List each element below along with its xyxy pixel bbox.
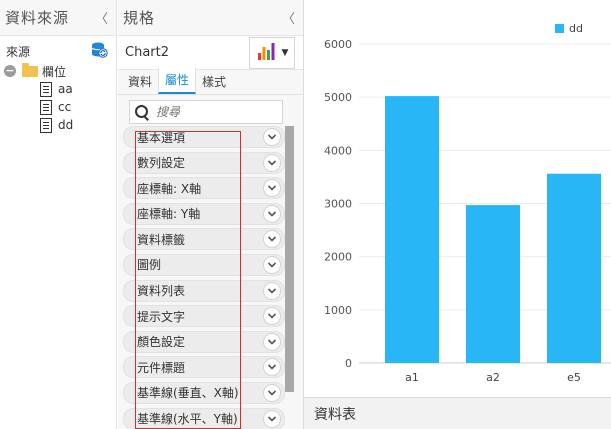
property-item[interactable]: 元件標題 — [123, 356, 285, 379]
property-list: 基本選項數列設定座標軸: X軸 座標軸: Y軸 資料標籤圖例資料列表提示文字顏色設定… — [123, 126, 285, 429]
data-table-title: 資料表 — [314, 406, 356, 423]
property-item[interactable]: 資料標籤 — [123, 228, 285, 251]
property-item[interactable]: 顏色設定 — [123, 330, 285, 353]
tree-field-item[interactable]: cc — [0, 98, 116, 116]
tree-folder-row[interactable]: − 欄位 — [0, 62, 116, 80]
legend-label: dd — [569, 22, 583, 35]
property-label: 資料列表 — [137, 284, 186, 299]
collapse-spec-icon[interactable]: 〈 — [282, 8, 295, 27]
chevron-down-icon[interactable] — [263, 128, 281, 146]
property-item[interactable]: 圖例 — [123, 253, 285, 276]
property-label: 顏色設定 — [137, 335, 186, 350]
chart-name-row: Chart2 ▼ — [118, 36, 303, 70]
chevron-down-icon[interactable] — [263, 332, 281, 351]
property-item[interactable]: 座標軸: X軸 — [123, 177, 285, 200]
chart-name: Chart2 — [125, 45, 169, 60]
y-tick-label: 2000 — [324, 251, 352, 264]
data-table-bar[interactable]: 資料表 — [304, 397, 611, 429]
y-tick-label: 4000 — [324, 144, 352, 157]
property-label: 數列設定 — [137, 156, 186, 171]
data-source-panel: 資料來源 〈 來源 − 欄位 aa cc dd — [0, 0, 117, 429]
y-tick-label: 0 — [345, 357, 352, 370]
spec-panel: 規格 〈 Chart2 ▼ 資料 屬性 樣式 基本選項數列設定座標軸: X軸座標… — [118, 0, 304, 429]
tree-field-label: dd — [58, 118, 74, 132]
bar — [385, 96, 439, 363]
property-label: 座標軸: Y軸 — [137, 207, 201, 222]
property-item[interactable]: 數列設定 — [123, 151, 285, 174]
property-item[interactable]: 基本選項 — [123, 126, 285, 148]
property-label: 基準線(水平、Y軸) — [137, 412, 238, 427]
property-label: 座標軸: X軸 — [137, 181, 202, 196]
property-item[interactable]: 基準線(垂直、X軸) — [123, 381, 285, 404]
tab-data[interactable]: 資料 — [122, 73, 158, 94]
x-tick-label: a2 — [486, 371, 500, 384]
property-label: 圖例 — [137, 258, 162, 273]
y-tick-label: 1000 — [324, 304, 352, 317]
chevron-down-icon[interactable] — [263, 255, 281, 274]
chevron-down-icon[interactable] — [263, 383, 281, 402]
property-item[interactable]: 提示文字 — [123, 305, 285, 328]
property-item[interactable]: 資料列表 — [123, 279, 285, 302]
tree-field-label: aa — [58, 82, 73, 96]
tab-properties[interactable]: 屬性 — [158, 68, 197, 94]
property-label: 提示文字 — [137, 309, 186, 324]
x-tick-label: e5 — [567, 371, 581, 384]
tree-field-label: cc — [58, 100, 72, 114]
tree-field-item[interactable]: dd — [0, 116, 116, 134]
x-tick-label: a1 — [405, 371, 419, 384]
bar-chart-icon — [256, 41, 276, 64]
bar-chart: 0 1000 2000 3000 4000 5000 6000 a1 a2 e5 dd — [324, 22, 611, 384]
chevron-down-icon[interactable] — [263, 153, 281, 172]
spec-header: 規格 〈 — [118, 0, 303, 36]
y-tick-label: 3000 — [324, 198, 352, 211]
chart-type-button[interactable]: ▼ — [249, 36, 295, 69]
document-icon — [40, 117, 52, 133]
source-label: 來源 — [6, 44, 31, 59]
tab-style[interactable]: 樣式 — [196, 73, 232, 94]
property-label: 元件標題 — [137, 360, 186, 375]
y-tick-label: 6000 — [324, 38, 352, 51]
chevron-down-icon[interactable] — [263, 307, 281, 326]
search-icon — [134, 104, 150, 120]
chevron-down-icon[interactable] — [263, 179, 281, 198]
spec-title: 規格 — [123, 9, 156, 27]
property-scrollbar[interactable] — [285, 126, 294, 392]
source-row: 來源 — [0, 40, 116, 62]
property-item[interactable]: 基準線(水平、Y軸) — [123, 407, 285, 429]
folder-icon — [22, 62, 38, 77]
legend-swatch — [555, 24, 564, 33]
search-input[interactable] — [156, 105, 276, 119]
collapse-left-icon[interactable]: 〈 — [95, 8, 108, 27]
y-tick-label: 5000 — [324, 91, 352, 104]
database-sync-icon[interactable] — [90, 41, 108, 62]
chevron-down-icon[interactable] — [263, 281, 281, 300]
tree-folder-label: 欄位 — [42, 64, 67, 79]
spec-tabs: 資料 屬性 樣式 — [118, 68, 303, 95]
bar — [466, 205, 520, 363]
data-source-title: 資料來源 — [5, 9, 70, 27]
property-label: 基本選項 — [137, 130, 186, 145]
document-icon — [40, 99, 52, 115]
bar — [547, 173, 601, 363]
data-source-header: 資料來源 〈 — [0, 0, 116, 36]
property-search — [129, 100, 283, 124]
chevron-down-icon[interactable] — [263, 409, 281, 428]
chart-area: 0 1000 2000 3000 4000 5000 6000 a1 a2 e5 dd — [304, 0, 611, 429]
property-label: 資料標籤 — [137, 232, 186, 247]
chevron-down-icon[interactable] — [263, 204, 281, 223]
minus-circle-icon[interactable]: − — [4, 65, 16, 77]
chevron-down-icon[interactable] — [263, 230, 281, 249]
tree-field-item[interactable]: aa — [0, 80, 116, 98]
caret-down-icon: ▼ — [281, 47, 289, 58]
chevron-down-icon[interactable] — [263, 358, 281, 377]
property-item[interactable]: 座標軸: Y軸 — [123, 202, 285, 225]
property-label: 基準線(垂直、X軸) — [137, 386, 239, 401]
document-icon — [40, 81, 52, 97]
